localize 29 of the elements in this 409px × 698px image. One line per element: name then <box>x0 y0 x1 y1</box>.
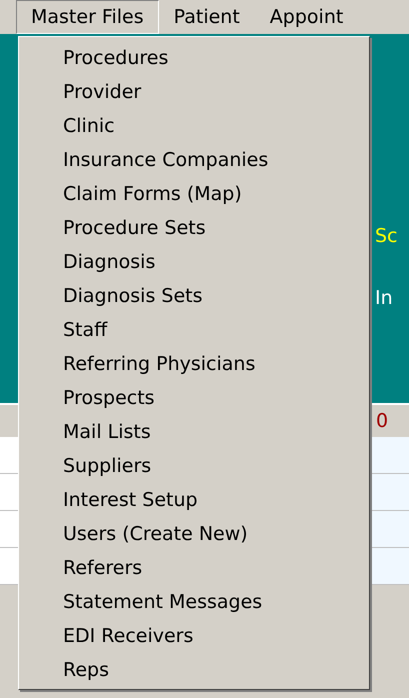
grid-cell <box>370 511 409 548</box>
grid-cell <box>370 437 409 474</box>
menu-option[interactable]: Interest Setup <box>19 483 369 517</box>
menu-option[interactable]: Claim Forms (Map) <box>19 177 369 211</box>
menu-option[interactable]: Reps <box>19 653 369 687</box>
panel-text: In <box>375 286 394 310</box>
panel-text: Sc <box>375 224 399 248</box>
menu-option[interactable]: Clinic <box>19 109 369 143</box>
menu-item[interactable]: Appoint <box>254 0 358 34</box>
menu-option[interactable]: Suppliers <box>19 449 369 483</box>
menu-option[interactable]: EDI Receivers <box>19 619 369 653</box>
menu-item[interactable]: Master Files <box>16 0 159 34</box>
menu-option[interactable]: Diagnosis <box>19 245 369 279</box>
menu-option[interactable]: Referers <box>19 551 369 585</box>
menu-item[interactable]: Patient <box>158 0 255 34</box>
menu-option[interactable]: Statement Messages <box>19 585 369 619</box>
menu-option[interactable]: Procedures <box>19 41 369 75</box>
menu-option[interactable]: Procedure Sets <box>19 211 369 245</box>
menu-option[interactable]: Diagnosis Sets <box>19 279 369 313</box>
menu-option[interactable]: Referring Physicians <box>19 347 369 381</box>
menu-option[interactable]: Mail Lists <box>19 415 369 449</box>
menu-option[interactable]: Staff <box>19 313 369 347</box>
menu-option[interactable]: Prospects <box>19 381 369 415</box>
header-cell: 0 <box>370 403 409 437</box>
grid-cell <box>370 548 409 585</box>
menu-option[interactable]: Provider <box>19 75 369 109</box>
grid-cell <box>370 474 409 511</box>
menu-option[interactable]: Insurance Companies <box>19 143 369 177</box>
menu-option[interactable]: Users (Create New) <box>19 517 369 551</box>
